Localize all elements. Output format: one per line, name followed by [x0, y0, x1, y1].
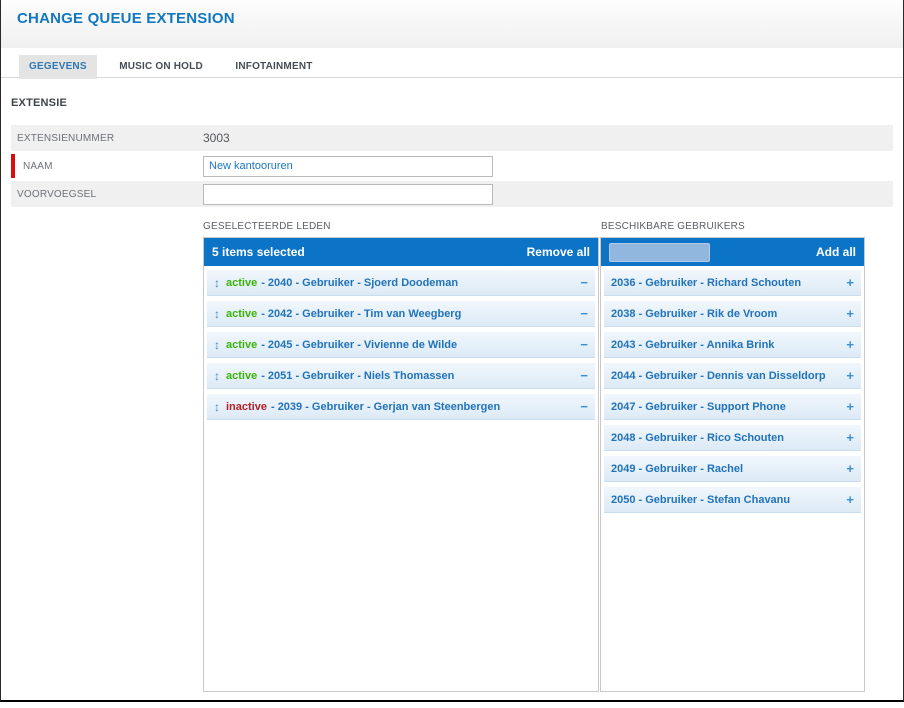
member-status: active — [226, 276, 258, 289]
remove-member-icon[interactable]: − — [574, 399, 588, 414]
extensienummer-value: 3003 — [203, 131, 230, 145]
available-user-row[interactable]: 2050 - Gebruiker - Stefan Chavanu + — [604, 487, 861, 513]
selected-members-header: 5 items selected Remove all — [204, 238, 598, 266]
header-band: CHANGE QUEUE EXTENSION — [1, 0, 903, 48]
user-search-input[interactable] — [609, 242, 710, 262]
selected-member-row[interactable]: ↕ active - 2045 - Gebruiker - Vivienne d… — [207, 332, 595, 358]
drag-handle-icon[interactable]: ↕ — [214, 369, 220, 383]
extension-form: EXTENSIENUMMER 3003 NAAM VOORVOEGSEL — [11, 125, 893, 207]
drag-handle-icon[interactable]: ↕ — [214, 307, 220, 321]
user-name: 2049 - Gebruiker - Rachel — [611, 462, 744, 475]
available-user-row[interactable]: 2047 - Gebruiker - Support Phone + — [604, 394, 861, 420]
available-users-header: Add all — [601, 238, 864, 266]
voorvoegsel-label: VOORVOEGSEL — [17, 188, 97, 200]
extensienummer-label: EXTENSIENUMMER — [17, 132, 115, 144]
remove-all-button[interactable]: Remove all — [527, 245, 590, 259]
member-status: active — [226, 338, 258, 351]
member-name: - 2045 - Gebruiker - Vivienne de Wilde — [261, 338, 458, 351]
member-status: active — [226, 307, 258, 320]
remove-member-icon[interactable]: − — [574, 368, 588, 383]
add-user-icon[interactable]: + — [840, 492, 854, 507]
available-user-row[interactable]: 2049 - Gebruiker - Rachel + — [604, 456, 861, 482]
selected-member-row[interactable]: ↕ active - 2042 - Gebruiker - Tim van We… — [207, 301, 595, 327]
page-title: CHANGE QUEUE EXTENSION — [17, 10, 235, 27]
selected-member-row[interactable]: ↕ active - 2040 - Gebruiker - Sjoerd Doo… — [207, 270, 595, 296]
available-user-row[interactable]: 2038 - Gebruiker - Rik de Vroom + — [604, 301, 861, 327]
add-all-button[interactable]: Add all — [816, 245, 856, 259]
member-name: - 2040 - Gebruiker - Sjoerd Doodeman — [261, 276, 459, 289]
member-name: - 2051 - Gebruiker - Niels Thomassen — [261, 369, 455, 382]
remove-member-icon[interactable]: − — [574, 337, 588, 352]
user-name: 2036 - Gebruiker - Richard Schouten — [611, 276, 802, 289]
tab-bar: GEGEVENS MUSIC ON HOLD INFOTAINMENT — [1, 48, 903, 79]
available-user-row[interactable]: 2036 - Gebruiker - Richard Schouten + — [604, 270, 861, 296]
field-row-extensienummer: EXTENSIENUMMER 3003 — [11, 125, 893, 151]
drag-handle-icon[interactable]: ↕ — [214, 400, 220, 414]
user-name: 2048 - Gebruiker - Rico Schouten — [611, 431, 784, 444]
add-user-icon[interactable]: + — [840, 461, 854, 476]
tab-music-on-hold[interactable]: MUSIC ON HOLD — [109, 55, 213, 79]
selected-member-row[interactable]: ↕ inactive - 2039 - Gebruiker - Gerjan v… — [207, 394, 595, 420]
selected-member-row[interactable]: ↕ active - 2051 - Gebruiker - Niels Thom… — [207, 363, 595, 389]
required-marker — [11, 154, 15, 178]
list-labels: GESELECTEERDE LEDEN BESCHIKBARE GEBRUIKE… — [203, 221, 865, 232]
user-name: 2043 - Gebruiker - Annika Brink — [611, 338, 775, 351]
naam-label: NAAM — [23, 160, 53, 172]
member-status: active — [226, 369, 258, 382]
user-name: 2044 - Gebruiker - Dennis van Disseldorp — [611, 369, 826, 382]
add-user-icon[interactable]: + — [840, 275, 854, 290]
available-user-row[interactable]: 2044 - Gebruiker - Dennis van Disseldorp… — [604, 363, 861, 389]
remove-member-icon[interactable]: − — [574, 275, 588, 290]
selected-members-label: GESELECTEERDE LEDEN — [203, 221, 331, 232]
tab-gegevens[interactable]: GEGEVENS — [19, 55, 97, 79]
add-user-icon[interactable]: + — [840, 337, 854, 352]
user-name: 2050 - Gebruiker - Stefan Chavanu — [611, 493, 791, 506]
member-picker: GESELECTEERDE LEDEN BESCHIKBARE GEBRUIKE… — [203, 221, 865, 692]
tab-infotainment[interactable]: INFOTAINMENT — [225, 55, 322, 79]
drag-handle-icon[interactable]: ↕ — [214, 276, 220, 290]
voorvoegsel-input[interactable] — [203, 183, 493, 205]
change-queue-extension-window: CHANGE QUEUE EXTENSION GEGEVENS MUSIC ON… — [0, 0, 904, 702]
add-user-icon[interactable]: + — [840, 306, 854, 321]
selected-count: 5 items selected — [212, 245, 305, 259]
field-row-voorvoegsel: VOORVOEGSEL — [11, 181, 893, 207]
user-name: 2047 - Gebruiker - Support Phone — [611, 400, 786, 413]
add-user-icon[interactable]: + — [840, 430, 854, 445]
user-name: 2038 - Gebruiker - Rik de Vroom — [611, 307, 778, 320]
member-name: - 2042 - Gebruiker - Tim van Weegberg — [261, 307, 462, 320]
add-user-icon[interactable]: + — [840, 399, 854, 414]
add-user-icon[interactable]: + — [840, 368, 854, 383]
available-users-label: BESCHIKBARE GEBRUIKERS — [601, 221, 745, 232]
remove-member-icon[interactable]: − — [574, 306, 588, 321]
naam-input[interactable] — [203, 155, 493, 177]
available-user-row[interactable]: 2043 - Gebruiker - Annika Brink + — [604, 332, 861, 358]
field-row-naam: NAAM — [11, 153, 893, 179]
drag-handle-icon[interactable]: ↕ — [214, 338, 220, 352]
available-users-panel: Add all 2036 - Gebruiker - Richard Schou… — [600, 237, 865, 692]
member-name: - 2039 - Gebruiker - Gerjan van Steenber… — [270, 400, 501, 413]
member-status: inactive — [226, 400, 267, 413]
available-user-row[interactable]: 2048 - Gebruiker - Rico Schouten + — [604, 425, 861, 451]
selected-members-panel: 5 items selected Remove all ↕ active - 2… — [203, 237, 599, 692]
section-title-extensie: EXTENSIE — [11, 97, 68, 109]
